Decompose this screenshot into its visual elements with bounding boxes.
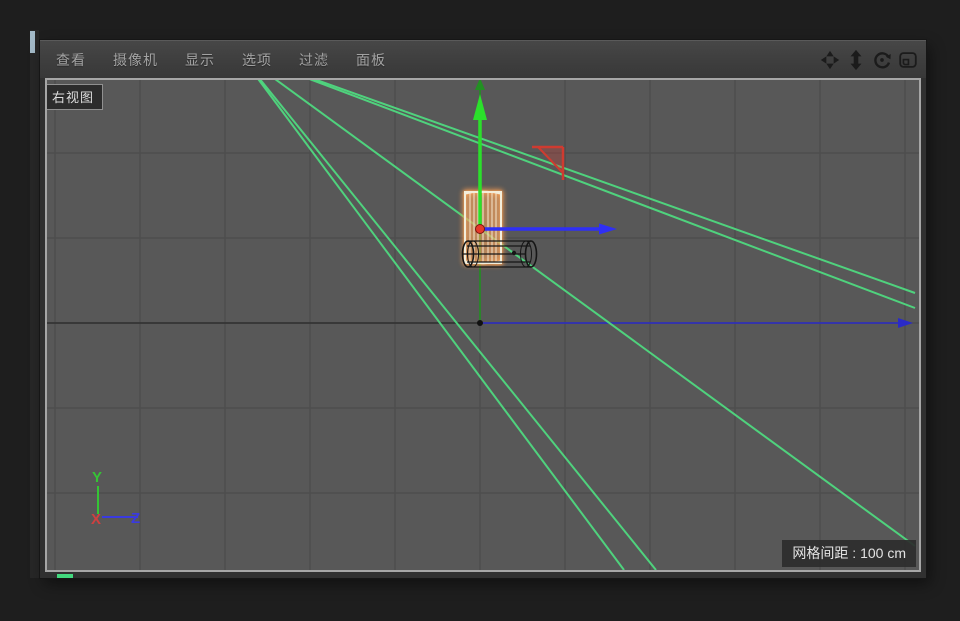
scene-object[interactable] <box>463 94 618 267</box>
panel-splitter[interactable] <box>30 30 39 578</box>
world-origin-dot <box>477 320 483 326</box>
viewport-canvas[interactable]: Y X Z 右视图 网格间距 : 100 cm <box>47 80 919 570</box>
grid-lines <box>47 80 919 570</box>
camera-up-marker[interactable] <box>532 147 563 180</box>
menu-item-filter[interactable]: 过滤 <box>299 50 329 70</box>
x-axis-handle-dot[interactable] <box>476 225 485 234</box>
view-name-label: 右视图 <box>47 84 103 110</box>
axis-indicator-x: X <box>91 511 101 528</box>
viewport-window: 查看 摄像机 显示 选项 过滤 面板 <box>40 40 926 578</box>
axis-indicator-z: Z <box>131 510 140 527</box>
menu-item-camera[interactable]: 摄像机 <box>113 50 158 70</box>
rotate-view-icon[interactable] <box>870 48 894 72</box>
viewport-menubar: 查看 摄像机 显示 选项 过滤 面板 <box>40 40 926 78</box>
z-axis-handle[interactable] <box>483 224 617 235</box>
world-y-arrowhead <box>475 80 485 90</box>
zoom-view-icon[interactable] <box>844 48 868 72</box>
menu-item-options[interactable]: 选项 <box>242 50 272 70</box>
menu-item-display[interactable]: 显示 <box>185 50 215 70</box>
axis-indicator: Y X Z <box>91 469 140 528</box>
grid-spacing-label: 网格间距 : 100 cm <box>782 540 916 567</box>
menu-item-panel[interactable]: 面板 <box>356 50 386 70</box>
pan-view-icon[interactable] <box>818 48 842 72</box>
axis-indicator-y: Y <box>92 469 102 486</box>
viewport-nav-icons <box>818 41 920 79</box>
viewport-frame: Y X Z 右视图 网格间距 : 100 cm <box>45 78 921 572</box>
panel-splitter-highlight <box>30 31 35 53</box>
panel-indicator-tab <box>57 574 73 578</box>
menu-item-view[interactable]: 查看 <box>56 50 86 70</box>
toggle-panel-icon[interactable] <box>896 48 920 72</box>
